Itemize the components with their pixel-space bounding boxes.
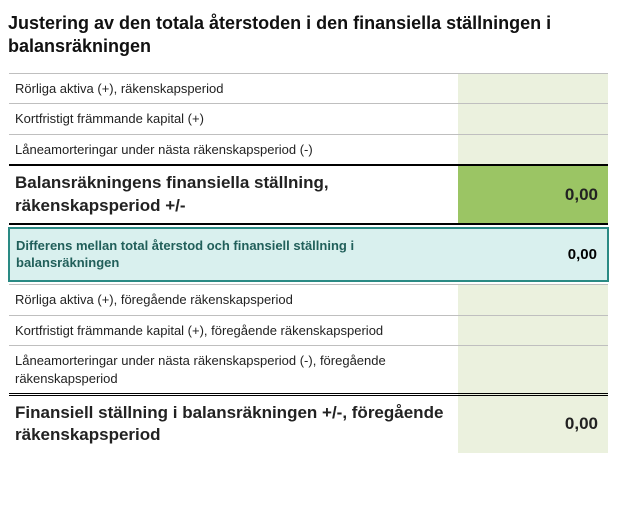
row-label: Rörliga aktiva (+), räkenskapsperiod xyxy=(9,73,458,104)
adjustment-table: Rörliga aktiva (+), räkenskapsperiod Kor… xyxy=(8,73,609,453)
row-label: Finansiell ställning i balansräkningen +… xyxy=(9,395,458,453)
row-label: Differens mellan total återstod och fina… xyxy=(9,228,458,281)
row-label: Låneamorteringar under nästa räkenskapsp… xyxy=(9,134,458,165)
page-title: Justering av den totala återstoden i den… xyxy=(8,12,609,59)
balance-position-total-row: Balansräkningens finansiella ställning, … xyxy=(9,165,608,223)
row-label: Kortfristigt främmande kapital (+) xyxy=(9,104,458,135)
row-value xyxy=(458,134,608,165)
table-row: Rörliga aktiva (+), räkenskapsperiod xyxy=(9,73,608,104)
row-value xyxy=(458,104,608,135)
row-label: Låneamorteringar under nästa räkenskapsp… xyxy=(9,346,458,395)
row-label: Kortfristigt främmande kapital (+), före… xyxy=(9,315,458,346)
row-value xyxy=(458,315,608,346)
row-value: 0,00 xyxy=(458,165,608,223)
table-row: Kortfristigt främmande kapital (+) xyxy=(9,104,608,135)
table-row: Rörliga aktiva (+), föregående räkenskap… xyxy=(9,285,608,316)
table-row: Låneamorteringar under nästa räkenskapsp… xyxy=(9,346,608,395)
row-value xyxy=(458,73,608,104)
row-value xyxy=(458,285,608,316)
previous-period-total-row: Finansiell ställning i balansräkningen +… xyxy=(9,395,608,453)
table-row: Låneamorteringar under nästa räkenskapsp… xyxy=(9,134,608,165)
difference-row: Differens mellan total återstod och fina… xyxy=(9,228,608,281)
row-label: Balansräkningens finansiella ställning, … xyxy=(9,165,458,223)
row-value: 0,00 xyxy=(458,395,608,453)
row-value: 0,00 xyxy=(458,228,608,281)
row-value xyxy=(458,346,608,395)
row-label: Rörliga aktiva (+), föregående räkenskap… xyxy=(9,285,458,316)
table-row: Kortfristigt främmande kapital (+), före… xyxy=(9,315,608,346)
